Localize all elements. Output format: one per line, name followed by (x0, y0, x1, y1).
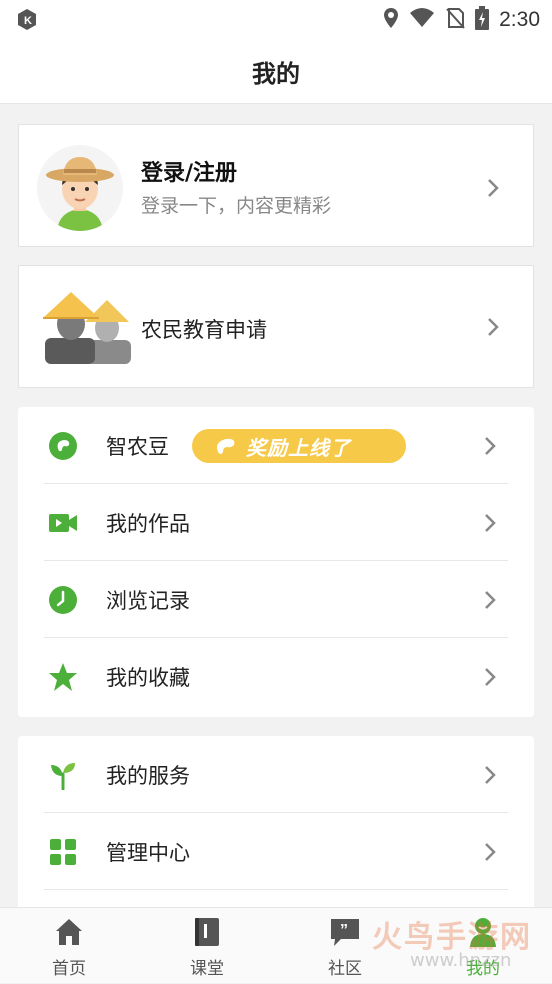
chevron-right-icon (485, 668, 496, 686)
bean-badge-icon (217, 438, 235, 454)
svg-text:”: ” (340, 922, 348, 939)
chevron-right-icon (485, 843, 496, 861)
chevron-right-icon (485, 437, 496, 455)
svg-text:K: K (24, 15, 32, 27)
menu-group-2: 我的服务 管理中心 (18, 736, 534, 916)
menu-item-label: 智农豆 (106, 435, 169, 459)
menu-item-history[interactable]: 浏览记录 (18, 561, 534, 638)
watermark-subtext: www.hnzzn (410, 950, 512, 971)
menu-item-favorites[interactable]: 我的收藏 (18, 638, 534, 715)
login-title[interactable]: 登录/注册 (141, 155, 237, 187)
grid-icon (50, 839, 76, 865)
location-icon (383, 7, 399, 33)
no-sim-icon (445, 7, 465, 33)
login-card[interactable]: 登录/注册 登录一下，内容更精彩 (18, 124, 534, 247)
menu-item-my-works[interactable]: 我的作品 (18, 484, 534, 561)
bean-icon (49, 432, 77, 460)
status-bar: K 2:30 (0, 0, 552, 40)
chevron-right-icon (488, 179, 499, 197)
menu-item-label: 管理中心 (106, 841, 190, 865)
tab-classroom[interactable]: 课堂 (152, 908, 262, 984)
tab-home[interactable]: 首页 (14, 908, 124, 984)
menu-item-label: 我的收藏 (106, 666, 190, 690)
menu-item-management-center[interactable]: 管理中心 (18, 813, 534, 890)
menu-group-1: 智农豆 奖励上线了 我的作品 浏览记录 我的收藏 (18, 407, 534, 717)
wifi-icon (409, 8, 435, 32)
tab-label: 课堂 (190, 959, 224, 979)
clock-time: 2:30 (499, 8, 540, 31)
chevron-right-icon (485, 591, 496, 609)
battery-charging-icon (475, 6, 490, 34)
star-icon (49, 663, 77, 691)
clock-icon (49, 586, 77, 614)
menu-item-my-services[interactable]: 我的服务 (18, 736, 534, 813)
menu-item-label: 我的作品 (106, 512, 190, 536)
app-notification-icon: K (14, 6, 40, 36)
login-subtitle: 登录一下，内容更精彩 (141, 195, 332, 217)
book-icon (195, 918, 219, 946)
farmer-education-card[interactable]: 农民教育申请 (18, 265, 534, 388)
page-title: 我的 (252, 60, 300, 88)
chevron-right-icon (485, 514, 496, 532)
tab-label: 首页 (52, 959, 86, 979)
divider (44, 889, 508, 890)
menu-item-label: 我的服务 (106, 764, 190, 788)
reward-badge[interactable]: 奖励上线了 (192, 429, 406, 463)
farmers-illustration-icon (43, 292, 131, 364)
farmer-education-label: 农民教育申请 (141, 318, 267, 342)
menu-item-label: 浏览记录 (106, 589, 190, 613)
home-icon (56, 919, 82, 945)
chat-icon: ” (331, 919, 359, 946)
sprout-icon (51, 763, 75, 790)
reward-badge-text: 奖励上线了 (246, 435, 351, 460)
tab-label: 社区 (328, 959, 362, 979)
chevron-right-icon (488, 318, 499, 336)
chevron-right-icon (485, 766, 496, 784)
header: 我的 (0, 40, 552, 104)
menu-item-beans[interactable]: 智农豆 奖励上线了 (18, 407, 534, 484)
avatar[interactable] (37, 145, 123, 231)
video-icon (49, 514, 77, 532)
